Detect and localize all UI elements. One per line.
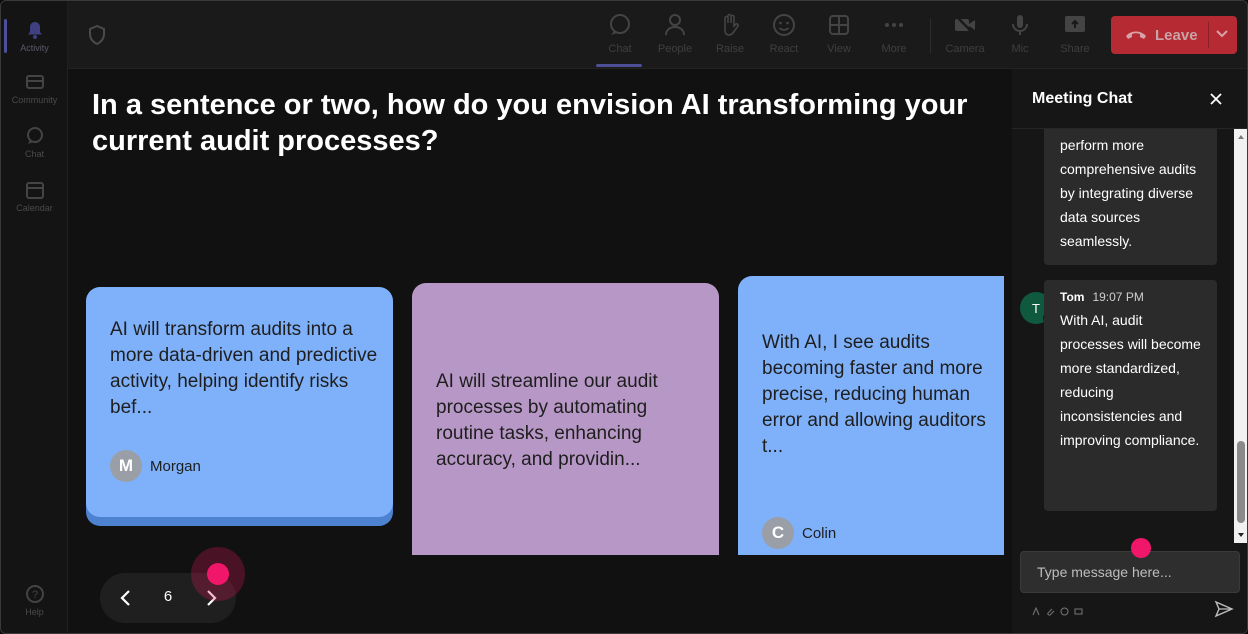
chevron-down-icon[interactable] <box>1215 29 1229 39</box>
chevron-left-icon[interactable] <box>116 587 136 609</box>
calendar-icon <box>25 181 44 199</box>
author-name: Morgan <box>150 457 201 475</box>
scroll-up-arrow-icon[interactable] <box>1237 133 1245 141</box>
view-button[interactable]: View <box>814 11 864 61</box>
author-name: Colin <box>802 524 837 542</box>
meeting-chat-panel: Meeting Chat perform more comprehensive … <box>1012 69 1247 633</box>
avatar: M <box>110 450 142 482</box>
chat-message-input[interactable] <box>1020 551 1240 593</box>
leave-divider <box>1208 22 1209 48</box>
message-text: With AI, audit processes will become mor… <box>1060 312 1201 448</box>
share-label: Share <box>1060 43 1090 55</box>
people-button[interactable]: People <box>650 11 700 61</box>
rail-label: Calendar <box>16 202 53 213</box>
chat-bubble-icon <box>26 126 43 144</box>
message-time: 19:07 PM <box>1092 290 1144 304</box>
scrollbar-thumb[interactable] <box>1237 441 1245 523</box>
response-text: AI will streamline our audit processes b… <box>436 371 658 470</box>
click-indicator <box>1131 538 1151 558</box>
share-screen-icon <box>1065 16 1085 32</box>
camera-label: Camera <box>945 43 985 55</box>
close-icon[interactable] <box>1208 91 1224 107</box>
chat-button[interactable]: Chat <box>595 11 645 67</box>
left-rail: Activity Community Chat Calendar ? Help <box>1 1 68 633</box>
bell-icon <box>27 21 42 39</box>
rail-label: Community <box>11 94 58 105</box>
meeting-toolbar: Chat People Raise React View More Camera <box>68 1 1247 69</box>
sender-name: Tom <box>1060 290 1085 304</box>
community-icon <box>25 74 44 89</box>
chat-message: perform more comprehensive audits by int… <box>1044 129 1217 265</box>
microphone-icon <box>1012 15 1028 35</box>
message-text: perform more comprehensive audits by int… <box>1060 137 1197 249</box>
rail-label: Chat <box>24 148 44 159</box>
rail-item-activity[interactable]: Activity <box>1 9 68 63</box>
view-label: View <box>827 43 851 55</box>
people-label: People <box>657 43 693 55</box>
presentation-stage: In a sentence or two, how do you envisio… <box>68 69 1012 633</box>
more-button[interactable]: More <box>869 11 919 61</box>
chat-title: Meeting Chat <box>1032 90 1133 107</box>
message-header: Tom 19:07 PM <box>1060 290 1144 304</box>
meeting-window: Activity Community Chat Calendar ? Help … <box>0 0 1248 634</box>
rail-item-chat[interactable]: Chat <box>1 115 68 169</box>
response-card[interactable]: AI will transform audits into a more dat… <box>86 287 393 517</box>
scroll-down-arrow-icon[interactable] <box>1237 531 1245 539</box>
response-author: M Morgan <box>110 450 201 482</box>
rail-item-community[interactable]: Community <box>1 61 68 115</box>
leave-button[interactable]: Leave <box>1111 16 1237 54</box>
rail-item-help[interactable]: ? Help <box>1 573 68 627</box>
response-text: AI will transform audits into a more dat… <box>110 319 378 418</box>
toolbar-divider <box>930 19 931 53</box>
response-author: C Colin <box>762 517 836 549</box>
raise-label: Raise <box>715 43 745 55</box>
person-icon <box>665 14 685 36</box>
chat-label: Chat <box>608 43 632 55</box>
chat-message: Tom 19:07 PM With AI, audit processes wil… <box>1044 280 1217 511</box>
svg-text:?: ? <box>31 589 37 601</box>
help-icon: ? <box>25 584 44 603</box>
camera-button[interactable]: Camera <box>940 11 990 61</box>
camera-off-icon <box>955 15 975 35</box>
hand-icon <box>724 13 739 36</box>
share-button[interactable]: Share <box>1050 11 1100 61</box>
rail-label: Activity <box>20 42 49 53</box>
format-icon[interactable] <box>1032 603 1041 616</box>
page-number: 6 <box>163 588 173 605</box>
rail-label: Help <box>25 606 44 617</box>
mic-button[interactable]: Mic <box>995 11 1045 61</box>
leave-label: Leave <box>1155 26 1198 44</box>
shield-icon[interactable] <box>88 25 106 45</box>
more-label: More <box>881 43 907 55</box>
react-button[interactable]: React <box>759 11 809 61</box>
question-title: In a sentence or two, how do you envisio… <box>92 89 968 157</box>
emoji-icon[interactable] <box>1060 603 1069 616</box>
react-label: React <box>769 43 799 55</box>
response-text: With AI, I see audits becoming faster an… <box>762 332 986 457</box>
chat-icon <box>610 14 630 35</box>
phone-hangup-icon <box>1126 31 1146 39</box>
avatar: C <box>762 517 794 549</box>
response-card[interactable]: With AI, I see audits becoming faster an… <box>738 276 1004 555</box>
smiley-icon <box>773 14 795 36</box>
response-card[interactable]: AI will streamline our audit processes b… <box>412 283 719 555</box>
click-indicator <box>207 563 229 585</box>
gif-icon[interactable] <box>1074 603 1083 615</box>
grid-icon <box>829 15 849 35</box>
attach-icon[interactable] <box>1046 603 1055 616</box>
chat-header: Meeting Chat <box>1012 69 1247 129</box>
mic-label: Mic <box>1011 43 1029 55</box>
format-toolbar <box>1032 603 1083 616</box>
more-dots-icon <box>885 23 903 27</box>
raise-hand-button[interactable]: Raise <box>705 11 755 61</box>
send-icon[interactable] <box>1214 600 1234 618</box>
rail-item-calendar[interactable]: Calendar <box>1 169 68 223</box>
